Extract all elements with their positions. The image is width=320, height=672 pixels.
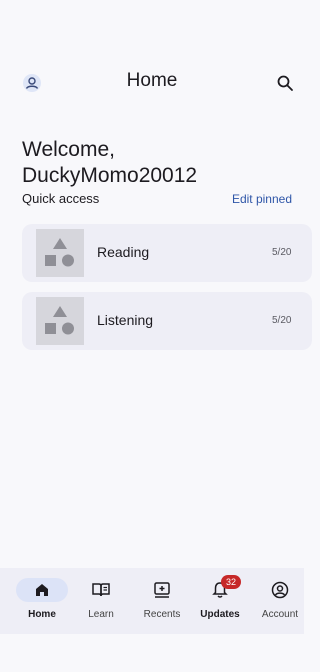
card-title: Reading: [97, 244, 150, 260]
account-circle-icon: [271, 581, 289, 599]
thumbnail: [36, 297, 84, 345]
nav-item-home[interactable]: Home: [12, 568, 72, 634]
nav-icon-wrap: [254, 578, 306, 602]
home-icon: [36, 584, 48, 596]
nav-item-learn[interactable]: Learn: [71, 568, 131, 634]
nav-item-recents[interactable]: Recents: [132, 568, 192, 634]
card-progress: 5/20: [272, 247, 292, 258]
bottom-navigation: Home Learn Recents 32 Updates Account: [0, 568, 304, 634]
nav-label: Account: [261, 609, 299, 620]
recents-icon: [154, 582, 170, 598]
book-icon: [92, 583, 110, 597]
quick-access-header: Quick access Edit pinned: [22, 191, 292, 211]
shapes-placeholder-icon: [45, 238, 74, 267]
edit-pinned-link[interactable]: Edit pinned: [232, 192, 292, 206]
card-progress: 5/20: [272, 315, 292, 326]
page-title: Home: [126, 70, 178, 91]
quick-access-card-reading[interactable]: Reading 5/20: [22, 224, 312, 282]
nav-icon-wrap: [75, 578, 127, 602]
welcome-heading: Welcome, DuckyMomo20012: [22, 137, 292, 189]
notification-badge: 32: [221, 575, 241, 589]
card-title: Listening: [97, 312, 154, 328]
nav-item-updates[interactable]: 32 Updates: [190, 568, 250, 634]
quick-access-card-listening[interactable]: Listening 5/20: [22, 292, 312, 350]
welcome-line: Welcome,: [22, 138, 115, 161]
username: DuckyMomo20012: [22, 164, 198, 187]
nav-item-account[interactable]: Account: [250, 568, 310, 634]
app-bar: Home: [0, 66, 304, 98]
nav-icon-wrap: [136, 578, 188, 602]
search-icon: [277, 75, 293, 91]
quick-access-label: Quick access: [22, 191, 100, 206]
shapes-placeholder-icon: [45, 306, 74, 335]
search-button[interactable]: [274, 72, 296, 94]
thumbnail: [36, 229, 84, 277]
nav-indicator: [16, 578, 68, 602]
